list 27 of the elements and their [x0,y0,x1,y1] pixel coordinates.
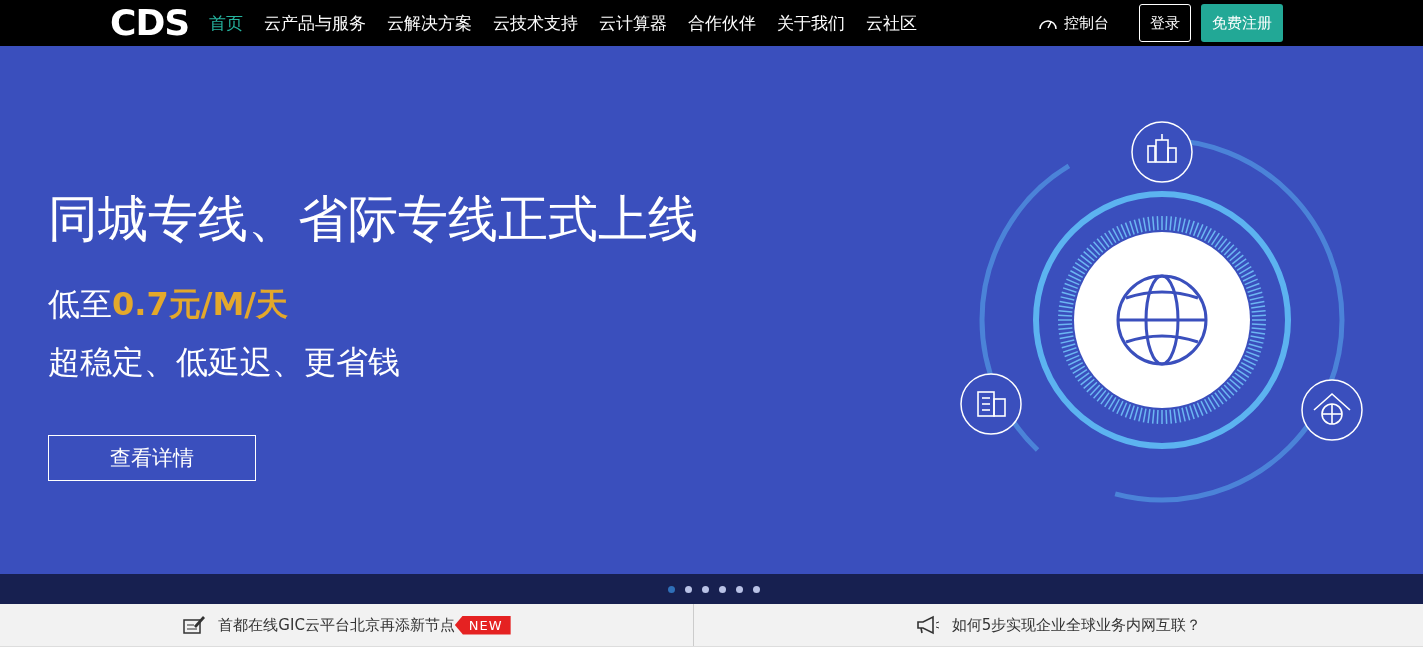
console-label[interactable]: 控制台 [1064,13,1109,33]
logo[interactable]: CDS [110,5,190,41]
carousel-dot[interactable] [668,585,675,593]
nav-link[interactable]: 合作伙伴 [688,11,757,35]
console-link[interactable]: 控制台 [1038,13,1109,33]
notice-link[interactable]: 首都在线GIC云平台北京再添新节点 [218,615,455,635]
carousel-dot[interactable] [736,585,743,593]
banner-headline: 同城专线、省际专线正式上线 [48,189,698,250]
details-button[interactable]: 查看详情 [48,435,256,481]
login-button[interactable]: 登录 [1139,4,1191,42]
edit-note-icon [182,615,207,635]
banner-tagline: 超稳定、低延迟、更省钱 [48,342,401,383]
carousel-dot[interactable] [685,585,692,593]
megaphone-icon [915,615,940,635]
new-badge: NEW [454,615,511,635]
nav-link[interactable]: 云产品与服务 [264,11,367,35]
notice-link[interactable]: 如何5步实现企业全球业务内网互联？ [951,615,1202,635]
nav-link[interactable]: 云解决方案 [387,11,473,35]
carousel-dot[interactable] [702,585,709,593]
carousel-dot[interactable] [753,585,760,593]
nav-link[interactable]: 云社区 [866,11,918,35]
carousel-dot[interactable] [719,585,726,593]
nav-link[interactable]: 云技术支持 [493,11,579,35]
nav-link[interactable]: 关于我们 [777,11,846,35]
nav-link[interactable]: 云计算器 [599,11,668,35]
price-text: 低至0.7元/M/天 [48,284,289,325]
nav-link[interactable]: 首页 [209,11,244,35]
